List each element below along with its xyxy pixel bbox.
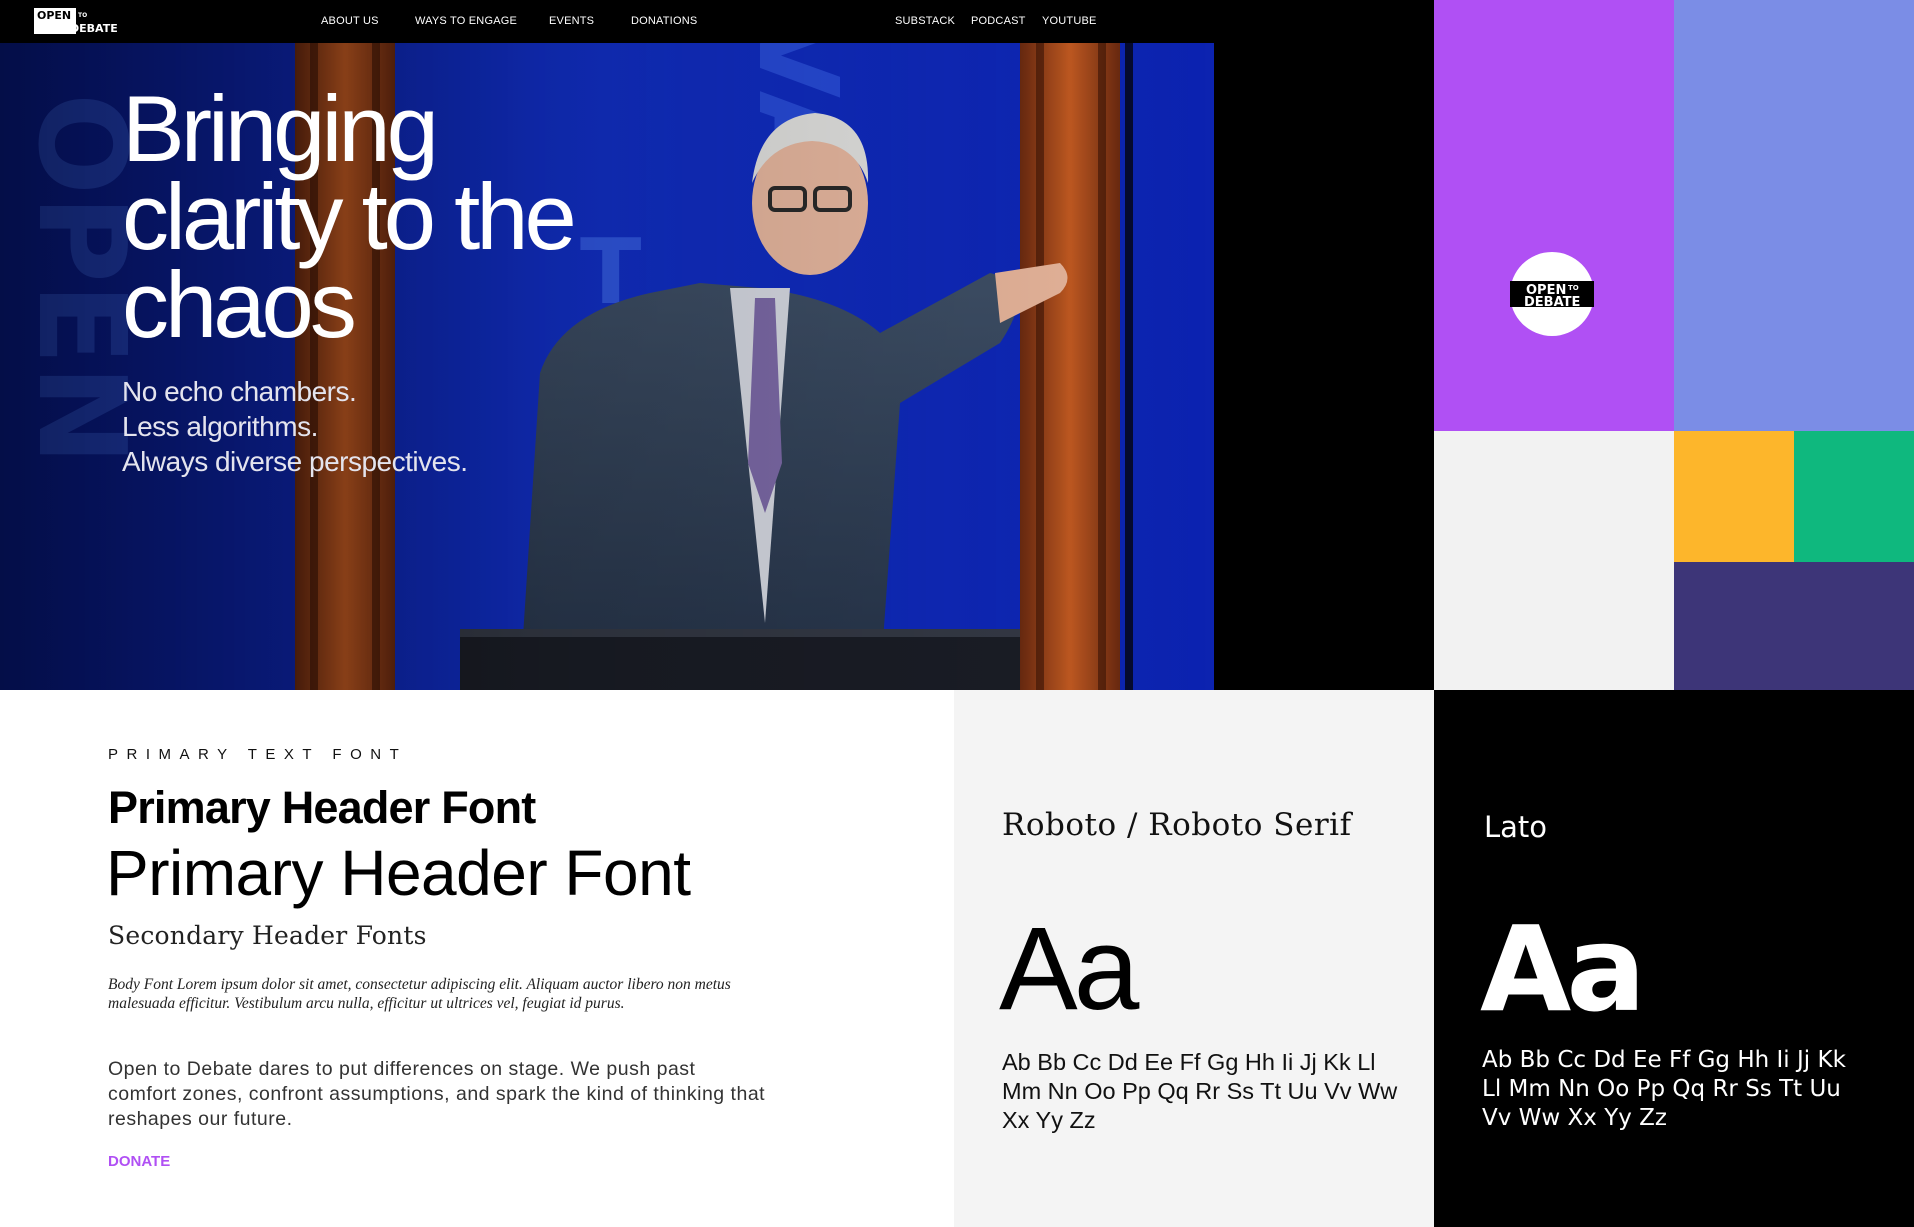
specimen-lato: Lato Aa Ab Bb Cc Dd Ee Ff Gg Hh Ii Jj Kk… bbox=[1434, 690, 1914, 1227]
nav-about-us[interactable]: ABOUT US bbox=[321, 15, 379, 27]
swatch-light-gray bbox=[1434, 431, 1674, 690]
secondary-header: Secondary Header Fonts bbox=[108, 921, 427, 950]
donate-link[interactable]: DONATE bbox=[108, 1153, 170, 1170]
nav-youtube[interactable]: YOUTUBE bbox=[1042, 15, 1097, 27]
logo-text-small: TO bbox=[78, 12, 87, 19]
primary-header-bold: Primary Header Font bbox=[108, 782, 536, 833]
top-nav: OPEN TO DEBATE ABOUT US WAYS TO ENGAGE E… bbox=[0, 0, 1434, 43]
open-to-debate-logo[interactable]: OPEN TO DEBATE bbox=[34, 8, 120, 34]
specimen-alphabet: Ab Bb Cc Dd Ee Ff Gg Hh Ii Jj Kk Ll Mm N… bbox=[1002, 1049, 1398, 1133]
specimen-name: Roboto / Roboto Serif bbox=[1002, 807, 1352, 843]
hero-title-line: clarity to the bbox=[122, 164, 577, 269]
hero-title-line: chaos bbox=[122, 252, 357, 357]
nav-events[interactable]: EVENTS bbox=[549, 15, 594, 27]
specimen-name: Lato bbox=[1484, 810, 1548, 844]
specimen-roboto: Roboto / Roboto Serif Aa Ab Bb Cc Dd Ee … bbox=[954, 690, 1434, 1227]
swatch-indigo bbox=[1674, 562, 1914, 690]
round-logo-icon: OPEN TO DEBATE bbox=[1510, 281, 1594, 310]
hero-subtitle: No echo chambers. Less algorithms. Alway… bbox=[122, 374, 468, 479]
hero-title-line: Bringing bbox=[122, 76, 439, 181]
swatch-purple bbox=[1434, 0, 1674, 431]
round-logo-badge: OPEN TO DEBATE bbox=[1510, 252, 1594, 336]
hero-section: OPEN VAT T bbox=[0, 0, 1434, 690]
primary-text-font-label: PRIMARY TEXT FONT bbox=[108, 746, 408, 763]
round-logo-text-small: TO bbox=[1568, 284, 1579, 292]
round-logo-text-bottom: DEBATE bbox=[1524, 295, 1580, 310]
nav-donations[interactable]: DONATIONS bbox=[631, 15, 697, 27]
hero-subtitle-line: Always diverse perspectives. bbox=[122, 446, 468, 477]
specimen-sample: Aa bbox=[1480, 900, 1646, 1038]
hero-subtitle-line: No echo chambers. bbox=[122, 376, 357, 407]
swatch-green bbox=[1794, 431, 1914, 562]
specimen-sample: Aa bbox=[999, 903, 1139, 1035]
nav-ways-to-engage[interactable]: WAYS TO ENGAGE bbox=[415, 15, 517, 27]
primary-header-light: Primary Header Font bbox=[106, 837, 691, 909]
logo-text-top: OPEN bbox=[37, 9, 71, 22]
body-sans-sample: Open to Debate dares to put differences … bbox=[108, 1058, 766, 1130]
specimen-alphabet: Ab Bb Cc Dd Ee Ff Gg Hh Ii Jj Kk Ll Mm N… bbox=[1482, 1047, 1846, 1131]
swatch-yellow bbox=[1674, 431, 1794, 562]
typography-panel: PRIMARY TEXT FONT Primary Header Font Pr… bbox=[0, 690, 954, 1227]
swatch-periwinkle bbox=[1674, 0, 1914, 431]
logo-text-bottom: DEBATE bbox=[70, 22, 118, 34]
body-serif-sample: Body Font Lorem ipsum dolor sit amet, co… bbox=[108, 976, 731, 1012]
hero-subtitle-line: Less algorithms. bbox=[122, 411, 318, 442]
nav-podcast[interactable]: PODCAST bbox=[971, 15, 1026, 27]
nav-substack[interactable]: SUBSTACK bbox=[895, 15, 955, 27]
hero-title: Bringing clarity to the chaos bbox=[122, 76, 682, 357]
